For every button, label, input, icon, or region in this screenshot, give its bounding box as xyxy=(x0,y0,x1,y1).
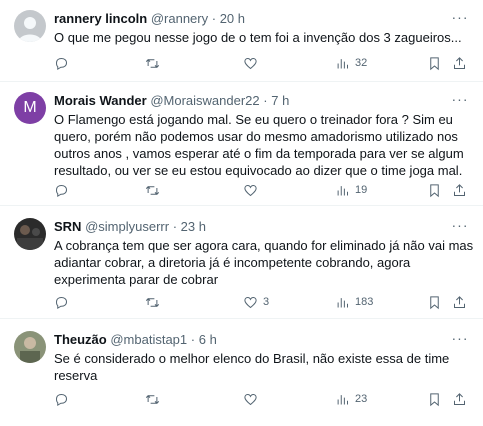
share-button[interactable] xyxy=(452,292,467,312)
like-button[interactable] xyxy=(243,180,263,200)
avatar[interactable] xyxy=(14,218,46,250)
tweet-feed: rannery lincoln @rannery · 20 h ··· O qu… xyxy=(0,0,483,426)
share-icon xyxy=(454,392,465,405)
bookmark-icon xyxy=(430,392,439,406)
share-icon xyxy=(454,183,465,196)
reply-icon xyxy=(55,184,68,197)
retweet-button[interactable] xyxy=(145,53,165,73)
retweet-button[interactable] xyxy=(145,292,165,312)
retweet-icon xyxy=(145,58,160,68)
bookmark-button[interactable] xyxy=(427,292,442,312)
reply-button[interactable] xyxy=(54,389,74,409)
timestamp[interactable]: 7 h xyxy=(271,93,289,108)
views-button[interactable]: 23 xyxy=(335,389,367,409)
separator-dot: · xyxy=(172,219,178,234)
views-count: 23 xyxy=(355,393,368,405)
reply-button[interactable] xyxy=(54,180,74,200)
author-name[interactable]: Theuzão xyxy=(54,332,107,347)
reply-button[interactable] xyxy=(54,292,74,312)
retweet-icon xyxy=(145,394,160,404)
like-count: 3 xyxy=(263,296,270,308)
bookmark-icon xyxy=(430,56,439,70)
separator-dot: · xyxy=(190,332,196,347)
author-name[interactable]: Morais Wander xyxy=(54,93,147,108)
retweet-icon xyxy=(145,185,160,195)
bookmark-icon xyxy=(430,295,439,309)
timestamp[interactable]: 23 h xyxy=(181,219,206,234)
views-icon xyxy=(337,185,348,195)
bookmark-button[interactable] xyxy=(427,389,442,409)
author-handle[interactable]: @Moraiswander22 xyxy=(150,93,259,108)
share-button[interactable] xyxy=(452,389,467,409)
like-icon xyxy=(244,57,257,69)
separator-dot: · xyxy=(263,93,268,108)
author-name[interactable]: rannery lincoln xyxy=(54,11,147,26)
reply-icon xyxy=(55,296,68,309)
tweet-header: Morais Wander @Moraiswander22 · 7 h xyxy=(54,93,289,109)
like-button[interactable]: 3 xyxy=(243,292,269,312)
views-icon xyxy=(337,297,348,307)
tweet-text: Se é considerado o melhor elenco do Bras… xyxy=(54,351,450,383)
like-icon xyxy=(244,184,257,196)
like-button[interactable] xyxy=(243,389,263,409)
views-button[interactable]: 32 xyxy=(335,53,367,73)
tweet-header: Theuzão @mbatistap1 · 6 h xyxy=(54,332,217,348)
views-button[interactable]: 19 xyxy=(335,180,367,200)
views-icon xyxy=(337,58,348,68)
more-icon[interactable]: ··· xyxy=(451,10,469,28)
bookmark-button[interactable] xyxy=(427,180,442,200)
tweet-actions: 23 xyxy=(54,389,469,409)
tweet[interactable]: M Morais Wander @Moraiswander22 · 7 h ··… xyxy=(0,82,483,206)
like-button[interactable] xyxy=(243,53,263,73)
more-icon[interactable]: ··· xyxy=(451,218,469,236)
tweet-actions: 19 xyxy=(54,180,469,200)
share-icon xyxy=(454,295,465,308)
retweet-button[interactable] xyxy=(145,389,165,409)
author-handle[interactable]: @rannery xyxy=(151,11,208,26)
author-handle[interactable]: @mbatistap1 xyxy=(110,332,187,347)
bookmark-button[interactable] xyxy=(427,53,442,73)
views-count: 19 xyxy=(355,184,368,196)
tweet-text: A cobrança tem que ser agora cara, quand… xyxy=(54,238,474,287)
tweet-text: O que me pegou nesse jogo de o tem foi a… xyxy=(54,30,462,45)
timestamp[interactable]: 20 h xyxy=(220,11,245,26)
like-icon xyxy=(244,393,257,405)
author-name[interactable]: SRN xyxy=(54,219,81,234)
tweet-header: SRN @simplyuserrr · 23 h xyxy=(54,219,206,235)
reply-icon xyxy=(55,57,68,70)
tweet-actions: 32 xyxy=(54,53,469,73)
views-button[interactable]: 183 xyxy=(335,292,373,312)
separator-dot: · xyxy=(211,11,217,26)
retweet-button[interactable] xyxy=(145,180,165,200)
like-icon xyxy=(244,296,257,308)
tweet[interactable]: Theuzão @mbatistap1 · 6 h ··· Se é consi… xyxy=(0,319,483,426)
more-icon[interactable]: ··· xyxy=(451,92,469,110)
tweet-text: O Flamengo está jogando mal. Se eu quero… xyxy=(54,112,464,178)
avatar[interactable]: M xyxy=(14,92,46,124)
share-button[interactable] xyxy=(452,180,467,200)
tweet-header: rannery lincoln @rannery · 20 h xyxy=(54,11,245,27)
author-handle[interactable]: @simplyuserrr xyxy=(85,219,169,234)
tweet[interactable]: rannery lincoln @rannery · 20 h ··· O qu… xyxy=(0,0,483,82)
timestamp[interactable]: 6 h xyxy=(199,332,217,347)
avatar[interactable] xyxy=(14,331,46,363)
retweet-icon xyxy=(145,297,160,307)
views-count: 183 xyxy=(355,296,374,308)
share-icon xyxy=(454,56,465,69)
reply-button[interactable] xyxy=(54,53,74,73)
bookmark-icon xyxy=(430,183,439,197)
tweet-actions: 3 183 xyxy=(54,292,469,312)
more-icon[interactable]: ··· xyxy=(451,331,469,349)
reply-icon xyxy=(55,393,68,406)
share-button[interactable] xyxy=(452,53,467,73)
views-icon xyxy=(337,394,348,404)
views-count: 32 xyxy=(355,57,368,69)
avatar[interactable] xyxy=(14,10,46,42)
tweet[interactable]: SRN @simplyuserrr · 23 h ··· A cobrança … xyxy=(0,206,483,319)
